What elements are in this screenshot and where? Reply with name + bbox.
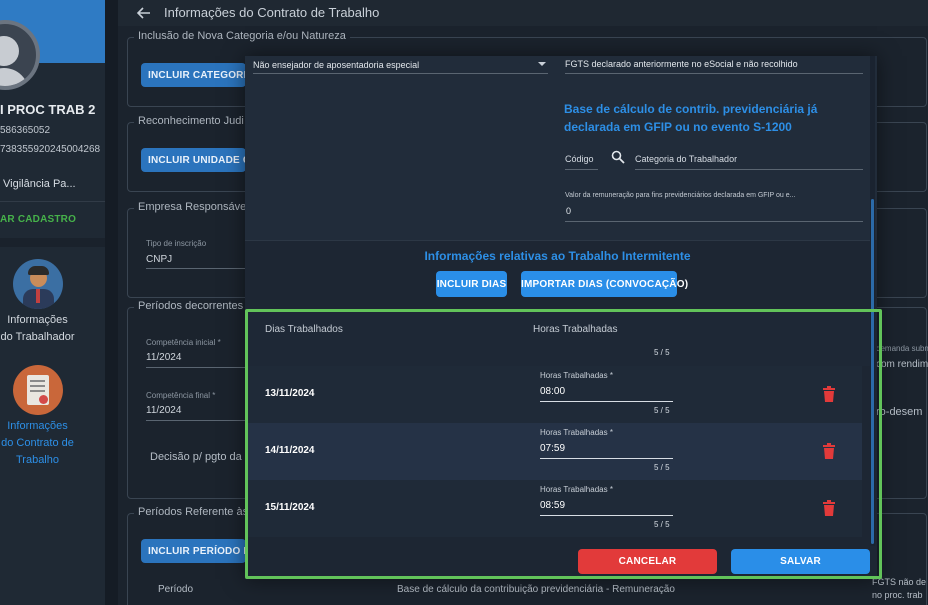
table-row: 13/11/2024 Horas Trabalhadas * 08:00 5 /… xyxy=(245,366,862,423)
chevron-down-icon xyxy=(538,62,546,66)
character-counter: 5 / 5 xyxy=(654,348,670,357)
include-days-button[interactable]: INCLUIR DIAS xyxy=(436,271,507,297)
character-counter: 5 / 5 xyxy=(654,406,670,415)
end-competence-value[interactable]: 11/2024 xyxy=(146,405,181,416)
right-fragment: com rendime xyxy=(876,359,928,370)
payment-decision-label: Decisão p/ pgto da xyxy=(150,451,242,463)
fgts-field[interactable]: FGTS declarado anteriormente no eSocial … xyxy=(565,59,863,74)
section-legend: Empresa Responsáve xyxy=(134,201,251,213)
select-value: Não ensejador de aposentadoria especial xyxy=(253,60,420,70)
table-row: 14/11/2024 Horas Trabalhadas * 07:59 5 /… xyxy=(245,423,862,480)
right-fragment: demanda subm xyxy=(876,344,928,353)
character-counter: 5 / 5 xyxy=(654,520,670,529)
worker-avatar-icon xyxy=(12,259,63,309)
add-unit-button[interactable]: INCLUIR UNIDADE C xyxy=(141,148,246,172)
section-legend: Períodos Referente às xyxy=(134,506,253,518)
divider xyxy=(245,240,870,241)
row-date: 14/11/2024 xyxy=(265,445,315,456)
sidebar-item-label: Informações do Trabalhador xyxy=(0,314,75,343)
worker-category-field[interactable]: Categoria do Trabalhador xyxy=(635,154,737,164)
sidebar-item-contract-info[interactable]: Informações do Contrato de Trabalho xyxy=(0,365,75,469)
hours-field-label: Horas Trabalhadas * xyxy=(540,371,613,380)
sidebar-item-worker-info[interactable]: Informações do Trabalhador xyxy=(0,259,75,346)
remuneration-label: Valor da remuneração para fins previdenc… xyxy=(565,192,796,199)
intermittent-work-title: Informações relativas ao Trabalho Interm… xyxy=(424,249,691,263)
special-retirement-select[interactable]: Não ensejador de aposentadoria especial xyxy=(253,58,548,74)
save-button[interactable]: SALVAR xyxy=(731,549,870,574)
worked-days-table-header: Dias Trabalhados Horas Trabalhadas 5 / 5 xyxy=(245,312,870,366)
add-category-button[interactable]: INCLUIR CATEGORIA/ xyxy=(141,63,246,87)
row-date: 15/11/2024 xyxy=(265,502,315,513)
remuneration-input[interactable]: 0 xyxy=(566,206,571,216)
search-icon[interactable] xyxy=(611,150,625,164)
trash-icon[interactable] xyxy=(822,386,836,402)
contract-document-icon xyxy=(12,365,63,415)
divider xyxy=(0,201,105,202)
section-legend: Períodos decorrentes xyxy=(134,300,248,312)
profile-registration: 7383559202450042​68 xyxy=(0,144,101,155)
import-days-button[interactable]: IMPORTAR DIAS (CONVOCAÇÃO) xyxy=(521,271,688,297)
side-nav: Informações do Trabalhador Informações d… xyxy=(0,247,105,605)
profile-company: Vigilância Pa... xyxy=(3,178,76,190)
cancel-button[interactable]: CANCELAR xyxy=(578,549,717,574)
table-header-base: Base de cálculo da contribuição previden… xyxy=(397,584,675,595)
profile-id: 586365052 xyxy=(0,125,51,136)
code-label: Código xyxy=(565,154,594,164)
app-root: I PROC TRAB 2 586365052 7383559202450042… xyxy=(0,0,928,605)
trash-icon[interactable] xyxy=(822,500,836,516)
right-fragment: no proc. trab xyxy=(872,590,923,600)
sidebar-item-label: Informações do Contrato de Trabalho xyxy=(1,420,74,466)
hours-input[interactable]: 08:59 xyxy=(540,500,673,516)
page-title: Informações do Contrato de Trabalho xyxy=(164,5,380,20)
end-competence-label: Competência final * xyxy=(146,391,216,400)
hours-field-label: Horas Trabalhadas * xyxy=(540,485,613,494)
scrollbar-thumb[interactable] xyxy=(871,199,874,544)
dialog-upper-area xyxy=(245,56,877,240)
section-legend: Inclusão de Nova Categoria e/ou Natureza xyxy=(134,30,350,42)
inscription-type-value[interactable]: CNPJ xyxy=(146,254,172,265)
start-competence-label: Competência inicial * xyxy=(146,338,221,347)
character-counter: 5 / 5 xyxy=(654,463,670,472)
section-legend: Reconhecimento Judi xyxy=(134,115,248,127)
profile-name: I PROC TRAB 2 xyxy=(0,102,96,117)
profile-card: I PROC TRAB 2 586365052 7383559202450042… xyxy=(0,0,105,238)
edit-registration-link[interactable]: AR CADASTRO xyxy=(0,214,76,225)
row-date: 13/11/2024 xyxy=(265,388,315,399)
back-arrow-icon[interactable] xyxy=(136,5,152,21)
base-calculation-heading: Base de cálculo de contrib. previdenciár… xyxy=(564,102,818,134)
add-period-button[interactable]: INCLUIR PERÍODO BA xyxy=(141,539,246,563)
trash-icon[interactable] xyxy=(822,443,836,459)
intermittent-work-dialog: Não ensejador de aposentadoria especial … xyxy=(245,56,877,579)
table-header-period: Período xyxy=(158,584,194,595)
hours-input[interactable]: 07:59 xyxy=(540,443,673,459)
sidebar: I PROC TRAB 2 586365052 7383559202450042… xyxy=(0,0,105,605)
right-fragment: ro-desem xyxy=(876,406,923,418)
right-fragment: FGTS não de xyxy=(872,577,927,587)
hours-field-label: Horas Trabalhadas * xyxy=(540,428,613,437)
column-header-days: Dias Trabalhados xyxy=(265,324,343,335)
column-header-hours: Horas Trabalhadas xyxy=(533,324,618,335)
hours-input[interactable]: 08:00 xyxy=(540,386,673,402)
table-row: 15/11/2024 Horas Trabalhadas * 08:59 5 /… xyxy=(245,480,862,537)
inscription-type-label: Tipo de inscrição xyxy=(146,239,207,248)
start-competence-value[interactable]: 11/2024 xyxy=(146,352,181,363)
